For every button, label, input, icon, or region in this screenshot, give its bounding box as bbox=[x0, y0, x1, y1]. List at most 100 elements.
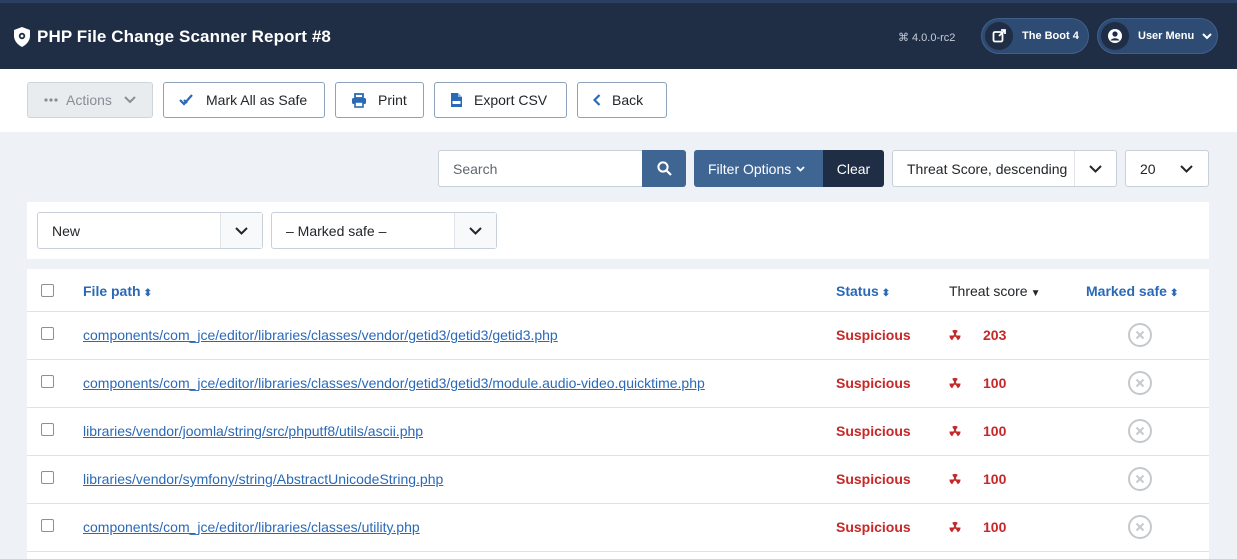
select-all-checkbox[interactable] bbox=[41, 284, 54, 297]
state-filter-value: New bbox=[52, 222, 81, 239]
table-row: components/com_jce/editor/libraries/clas… bbox=[27, 504, 1209, 552]
status-label: Suspicious bbox=[836, 375, 911, 391]
threat-score-value: 203 bbox=[983, 327, 1007, 343]
chevron-down-icon bbox=[1164, 151, 1208, 186]
file-path-link[interactable]: components/com_jce/editor/libraries/clas… bbox=[83, 327, 558, 343]
sort-icon: ⬍ bbox=[881, 288, 891, 299]
sort-value: Threat Score, descending bbox=[907, 160, 1068, 177]
back-label: Back bbox=[612, 92, 644, 108]
close-circle-icon[interactable] bbox=[1128, 371, 1152, 395]
search-icon bbox=[656, 161, 672, 176]
table-row: components/com_jce/editor/libraries/clas… bbox=[27, 312, 1209, 360]
external-link-icon bbox=[985, 22, 1013, 50]
chevron-down-icon bbox=[1074, 151, 1116, 186]
safe-filter-value: – Marked safe – bbox=[286, 222, 387, 239]
site-link-button[interactable]: The Boot 4 bbox=[981, 18, 1089, 54]
state-filter-select[interactable]: New bbox=[37, 212, 263, 249]
list-limit-select[interactable]: 20 bbox=[1125, 150, 1209, 187]
chevron-down-icon bbox=[796, 165, 805, 172]
status-label: Suspicious bbox=[836, 423, 911, 439]
joomla-icon: ⌘ bbox=[898, 32, 909, 44]
row-checkbox[interactable] bbox=[41, 327, 54, 340]
actions-label: Actions bbox=[66, 92, 112, 108]
filter-options-button[interactable]: Filter Options bbox=[694, 150, 823, 187]
export-csv-label: Export CSV bbox=[474, 92, 548, 108]
file-path-link[interactable]: components/com_jce/editor/libraries/clas… bbox=[83, 375, 705, 391]
status-label: Suspicious bbox=[836, 471, 911, 487]
status-label: Suspicious bbox=[836, 327, 911, 343]
sort-desc-icon: ▼ bbox=[1030, 288, 1041, 299]
results-table: File path ⬍ Status ⬍ Threat score ▼ Marked … bbox=[27, 269, 1209, 559]
row-checkbox[interactable] bbox=[41, 519, 54, 532]
clear-button[interactable]: Clear bbox=[823, 150, 884, 187]
sort-icon: ⬍ bbox=[143, 288, 152, 299]
mark-all-safe-label: Mark All as Safe bbox=[206, 92, 308, 108]
radiation-icon bbox=[949, 473, 961, 485]
threat-score-value: 100 bbox=[983, 423, 1007, 439]
ellipsis-icon bbox=[44, 98, 58, 102]
radiation-icon bbox=[949, 425, 961, 437]
mark-all-safe-button[interactable]: Mark All as Safe bbox=[163, 82, 325, 118]
threat-score-value: 100 bbox=[983, 471, 1007, 487]
user-menu-label: User Menu bbox=[1138, 30, 1195, 42]
double-check-icon bbox=[179, 93, 195, 107]
col-status[interactable]: Status ⬍ bbox=[836, 283, 890, 299]
table-header: File path ⬍ Status ⬍ Threat score ▼ Marked … bbox=[27, 269, 1209, 312]
radiation-icon bbox=[949, 377, 961, 389]
file-path-link[interactable]: libraries/vendor/symfony/string/Abstract… bbox=[83, 471, 443, 487]
col-marked-safe-label: Marked safe bbox=[1086, 283, 1167, 299]
row-checkbox[interactable] bbox=[41, 375, 54, 388]
close-circle-icon[interactable] bbox=[1128, 467, 1152, 491]
radiation-icon bbox=[949, 329, 961, 341]
csv-file-icon bbox=[450, 92, 463, 108]
page-title: PHP File Change Scanner Report #8 bbox=[37, 27, 331, 46]
close-circle-icon[interactable] bbox=[1128, 419, 1152, 443]
close-circle-icon[interactable] bbox=[1128, 515, 1152, 539]
table-row: components/com_jce/editor/libraries/clas… bbox=[27, 360, 1209, 408]
list-limit-value: 20 bbox=[1140, 160, 1156, 177]
col-threat-score[interactable]: Threat score ▼ bbox=[949, 283, 1041, 299]
search-button[interactable] bbox=[642, 150, 686, 187]
close-circle-icon[interactable] bbox=[1128, 323, 1152, 347]
safe-filter-select[interactable]: – Marked safe – bbox=[271, 212, 497, 249]
col-status-label: Status bbox=[836, 283, 879, 299]
threat-score-value: 100 bbox=[983, 519, 1007, 535]
threat-score-value: 100 bbox=[983, 375, 1007, 391]
chevron-down-icon bbox=[124, 96, 136, 104]
app-header: PHP File Change Scanner Report #8 ⌘ 4.0.0… bbox=[0, 0, 1237, 69]
export-csv-button[interactable]: Export CSV bbox=[434, 82, 567, 118]
sort-select[interactable]: Threat Score, descending bbox=[892, 150, 1117, 187]
file-path-link[interactable]: components/com_jce/editor/libraries/clas… bbox=[83, 519, 420, 535]
col-file-path-label: File path bbox=[83, 283, 141, 299]
user-icon bbox=[1101, 22, 1129, 50]
toolbar: Actions Mark All as Safe Print Export CS… bbox=[0, 69, 1237, 132]
table-row: libraries/vendor/symfony/string/Abstract… bbox=[27, 456, 1209, 504]
filter-options-label: Filter Options bbox=[708, 160, 792, 177]
file-path-link[interactable]: libraries/vendor/joomla/string/src/phput… bbox=[83, 423, 423, 439]
back-button[interactable]: Back bbox=[577, 82, 667, 118]
chevron-down-icon bbox=[220, 213, 262, 248]
chevron-left-icon bbox=[593, 94, 601, 106]
print-icon bbox=[351, 92, 367, 108]
print-label: Print bbox=[378, 92, 407, 108]
search-input[interactable] bbox=[438, 150, 643, 187]
filter-panel: New – Marked safe – bbox=[27, 202, 1209, 259]
chevron-down-icon bbox=[454, 213, 496, 248]
chevron-down-icon bbox=[1202, 32, 1212, 39]
sort-icon: ⬍ bbox=[1169, 288, 1179, 299]
row-checkbox[interactable] bbox=[41, 423, 54, 436]
row-checkbox[interactable] bbox=[41, 471, 54, 484]
table-row: libraries/vendor/joomla/string/src/phput… bbox=[27, 408, 1209, 456]
print-button[interactable]: Print bbox=[335, 82, 424, 118]
actions-dropdown-button[interactable]: Actions bbox=[27, 82, 153, 118]
version-label: ⌘ 4.0.0-rc2 bbox=[898, 31, 955, 44]
col-threat-score-label: Threat score bbox=[949, 283, 1028, 299]
user-menu-button[interactable]: User Menu bbox=[1097, 18, 1218, 54]
col-file-path[interactable]: File path ⬍ bbox=[83, 283, 152, 299]
site-link-label: The Boot 4 bbox=[1022, 30, 1079, 42]
status-label: Suspicious bbox=[836, 519, 911, 535]
shield-logo-icon bbox=[14, 27, 30, 47]
col-marked-safe[interactable]: Marked safe ⬍ bbox=[1086, 283, 1178, 299]
radiation-icon bbox=[949, 521, 961, 533]
version-text: 4.0.0-rc2 bbox=[912, 32, 956, 44]
